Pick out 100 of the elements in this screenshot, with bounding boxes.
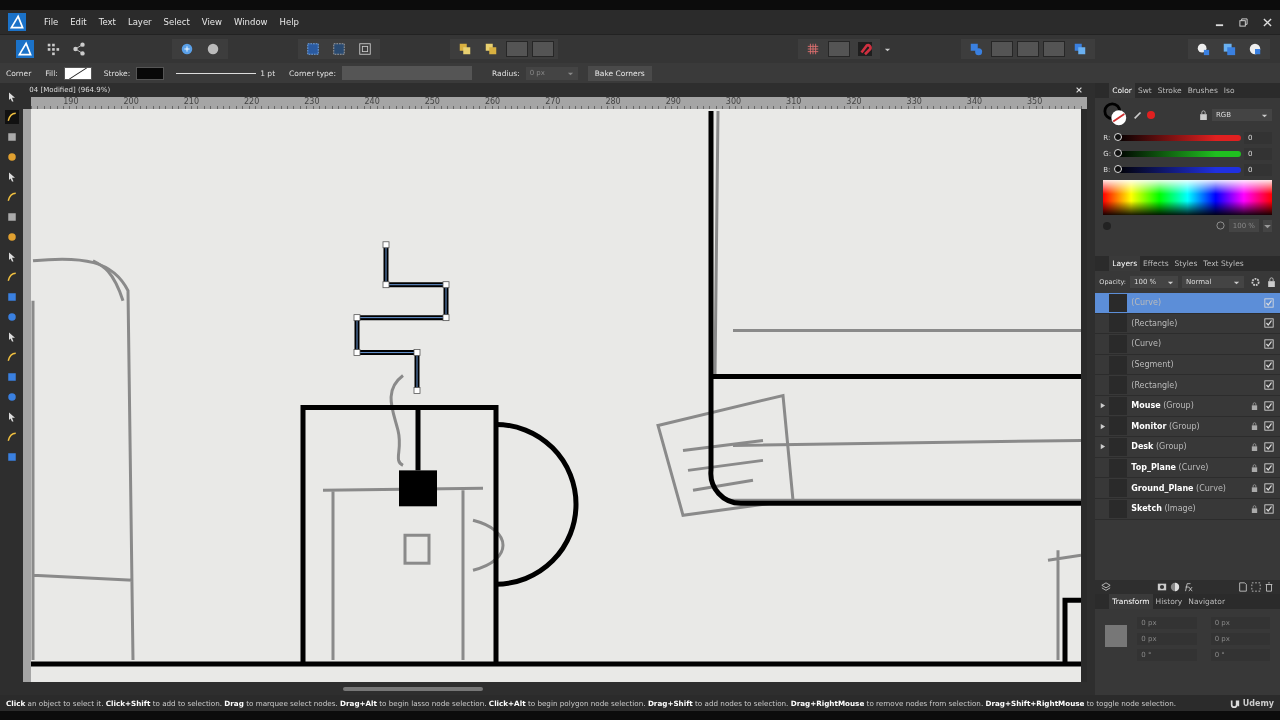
- node-icon[interactable]: [4, 110, 19, 124]
- visibility-checkbox[interactable]: [1264, 400, 1274, 411]
- visibility-checkbox[interactable]: [1264, 483, 1274, 494]
- arrange-icon[interactable]: [458, 42, 472, 56]
- insert-icon[interactable]: [1222, 42, 1236, 56]
- lock-icon[interactable]: [1251, 442, 1258, 451]
- magnet-icon[interactable]: [858, 42, 872, 56]
- expand-icon[interactable]: [1098, 422, 1106, 430]
- layer-row[interactable]: Desk (Group): [1095, 437, 1280, 458]
- app-logo-icon: [8, 13, 26, 31]
- close-icon[interactable]: [1075, 86, 1084, 94]
- ruler-label: 270: [545, 97, 562, 108]
- designer-persona-icon[interactable]: [16, 40, 34, 58]
- lock-icon[interactable]: [1251, 463, 1258, 472]
- visibility-checkbox[interactable]: [1264, 359, 1274, 370]
- ruler-label: 290: [665, 97, 682, 108]
- ruler-label: 190: [63, 97, 80, 108]
- layer-thumbnail: [1109, 314, 1128, 333]
- expand-icon[interactable]: [1098, 402, 1106, 410]
- menu-item[interactable]: View: [201, 17, 222, 27]
- menu-item[interactable]: Edit: [70, 17, 87, 27]
- menu-item[interactable]: Window: [234, 17, 268, 27]
- menu-item[interactable]: Select: [163, 17, 190, 27]
- boolean-icon[interactable]: [969, 42, 983, 56]
- grid-icon[interactable]: [806, 42, 820, 56]
- ruler-label: 240: [364, 97, 381, 108]
- selection-box-icon[interactable]: [358, 42, 372, 56]
- layer-row[interactable]: Mouse (Group): [1095, 395, 1280, 417]
- layer-row[interactable]: Monitor (Group): [1095, 416, 1280, 438]
- stroke-swatch[interactable]: [136, 66, 165, 80]
- shape-blob-icon[interactable]: [180, 42, 194, 56]
- boolean-icon[interactable]: [1073, 42, 1087, 56]
- ruler-label: 250: [424, 97, 441, 108]
- layer-row[interactable]: (Curve): [1095, 334, 1280, 355]
- anchor-selector[interactable]: [1105, 625, 1128, 647]
- visibility-checkbox[interactable]: [1264, 421, 1274, 432]
- close-icon[interactable]: [1263, 17, 1272, 27]
- share-icon[interactable]: [72, 42, 86, 56]
- visibility-checkbox[interactable]: [1264, 318, 1274, 329]
- ruler-label: 340: [966, 97, 984, 108]
- ruler-label: 220: [244, 97, 261, 108]
- opacity-icon: [1215, 221, 1225, 230]
- pixel-layer-icon[interactable]: [1251, 582, 1261, 592]
- shape-blob-icon[interactable]: [206, 42, 220, 56]
- mask-icon[interactable]: [1156, 582, 1167, 592]
- menu-item[interactable]: File: [44, 17, 59, 27]
- menu-item[interactable]: Layer: [127, 17, 152, 27]
- caret-icon[interactable]: [1263, 219, 1272, 232]
- adjustment-icon[interactable]: [1169, 582, 1180, 592]
- layer-row[interactable]: Top_Plane (Curve): [1095, 457, 1280, 479]
- selection-box-icon[interactable]: [332, 42, 346, 56]
- menu-item[interactable]: Help: [279, 17, 299, 27]
- color-spectrum[interactable]: [1103, 180, 1272, 215]
- visibility-checkbox[interactable]: [1264, 462, 1274, 473]
- insert-icon[interactable]: [1196, 42, 1210, 56]
- fill-swatch[interactable]: [63, 66, 92, 80]
- layer-row[interactable]: (Rectangle): [1095, 375, 1280, 396]
- lock-icon[interactable]: [1267, 277, 1276, 287]
- layers-icon[interactable]: [1101, 582, 1112, 592]
- ruler-label: 210: [183, 97, 201, 108]
- layer-row[interactable]: (Rectangle): [1095, 313, 1280, 335]
- trash-icon[interactable]: [1264, 582, 1274, 592]
- visibility-checkbox[interactable]: [1264, 380, 1274, 391]
- arrange-icon[interactable]: [484, 42, 498, 56]
- pixel-persona-icon[interactable]: [46, 42, 60, 56]
- layer-row[interactable]: Sketch (Image): [1095, 498, 1280, 520]
- ruler-label: 330: [906, 97, 923, 108]
- brand-name: Udemy: [1242, 698, 1274, 708]
- layer-thumbnail: [1109, 293, 1128, 312]
- layer-row[interactable]: (Segment): [1095, 354, 1280, 376]
- settings-icon[interactable]: [1251, 277, 1260, 287]
- lock-icon[interactable]: [1251, 484, 1258, 493]
- color-swatch[interactable]: [1147, 111, 1156, 119]
- effects-icon[interactable]: [1182, 582, 1193, 592]
- ruler-label: 200: [123, 97, 140, 108]
- ruler-label: 230: [304, 97, 321, 108]
- visibility-checkbox[interactable]: [1264, 503, 1274, 514]
- expand-icon[interactable]: [1098, 443, 1106, 451]
- channel-slider[interactable]: [1116, 167, 1241, 173]
- layer-row[interactable]: Ground_Plane (Curve): [1095, 478, 1280, 499]
- visibility-checkbox[interactable]: [1264, 339, 1274, 349]
- insert-icon[interactable]: [1248, 42, 1262, 56]
- selection-box-icon[interactable]: [306, 42, 320, 56]
- lock-icon[interactable]: [1251, 504, 1258, 513]
- ruler-label: 310: [786, 97, 803, 108]
- lock-icon[interactable]: [1251, 422, 1258, 431]
- visibility-checkbox[interactable]: [1264, 297, 1274, 308]
- channel-slider[interactable]: [1116, 135, 1241, 141]
- menu-item[interactable]: Text: [98, 17, 116, 27]
- channel-slider[interactable]: [1116, 151, 1241, 157]
- visibility-checkbox[interactable]: [1264, 441, 1274, 452]
- restore-icon[interactable]: [1239, 17, 1248, 27]
- new-layer-icon[interactable]: [1238, 582, 1248, 592]
- scrollbar-thumb[interactable]: [343, 686, 484, 691]
- ruler-label: 300: [725, 97, 743, 108]
- lock-icon[interactable]: [1251, 401, 1258, 410]
- lock-icon[interactable]: [1199, 110, 1208, 120]
- ruler-label: 260: [484, 97, 502, 108]
- udemy-logo-icon: [1229, 698, 1240, 708]
- selected-curve[interactable]: [353, 241, 450, 394]
